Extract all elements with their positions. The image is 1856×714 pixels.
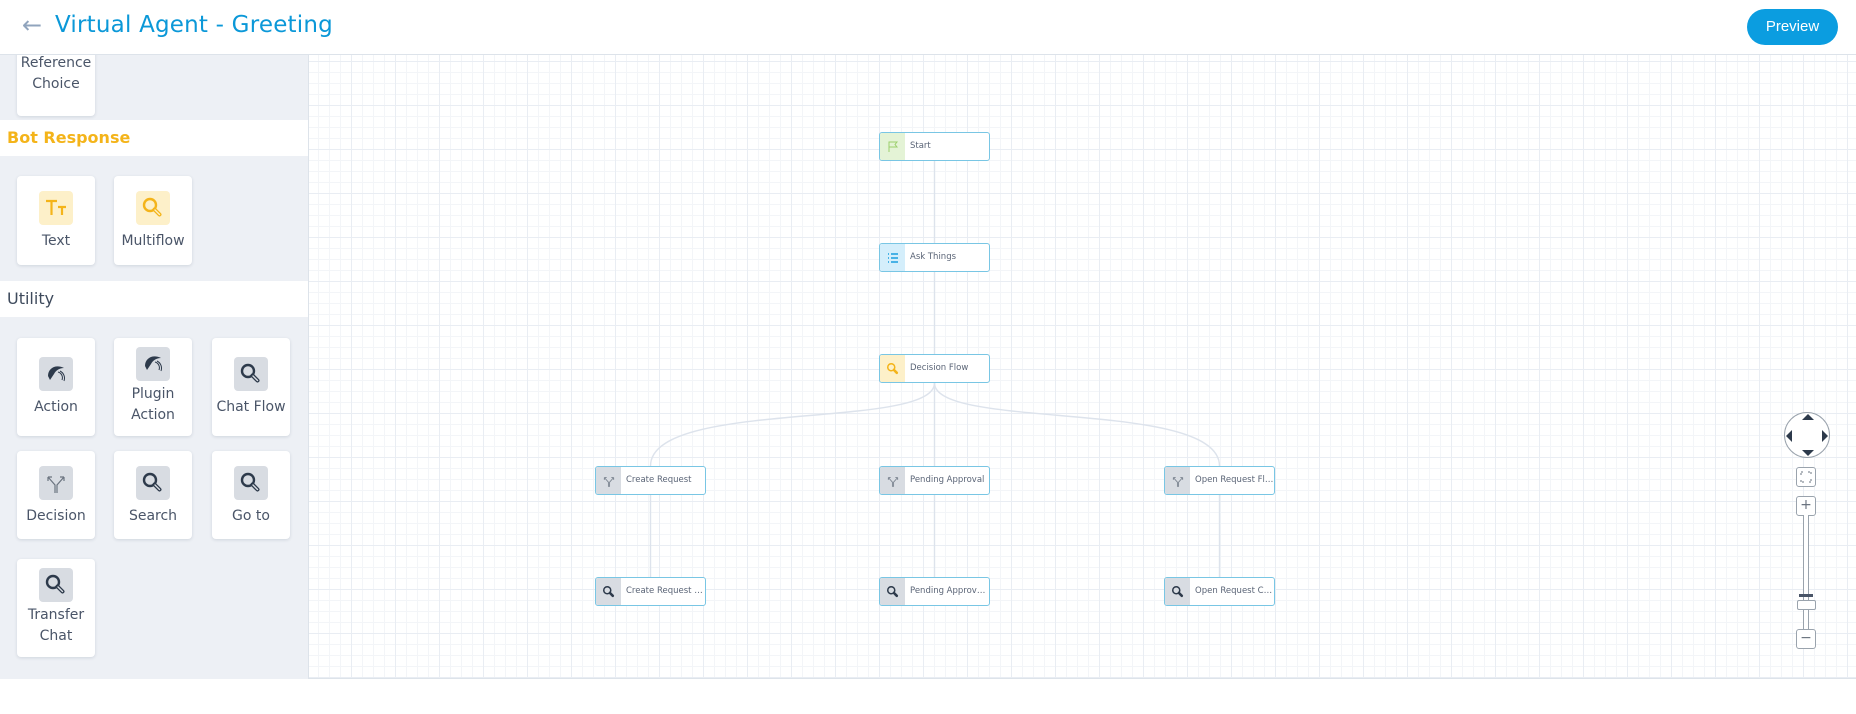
search-icon: [880, 355, 905, 382]
text-format-icon: [39, 191, 73, 225]
tile-label: Transfer: [27, 607, 85, 623]
fork-icon: [39, 466, 73, 500]
node-label: Open Request Flow: [1195, 475, 1274, 485]
zoom-in-button[interactable]: +: [1796, 496, 1816, 516]
flow-edge-decision-open: [933, 382, 1221, 467]
flow-node-ask-things[interactable]: Ask Things: [879, 243, 990, 272]
tile-label: Decision: [26, 508, 86, 524]
fit-screen-icon: [1800, 471, 1812, 483]
node-label: Create Request Ch...: [626, 586, 705, 596]
fit-screen-button[interactable]: [1796, 467, 1816, 487]
flow-node-start[interactable]: Start: [879, 132, 990, 161]
tile-label: Chat: [39, 628, 73, 644]
zoom-slider-track[interactable]: [1803, 515, 1809, 640]
node-label: Pending Approval: [910, 475, 985, 485]
flow-node-pending-approval-chat[interactable]: Pending Approval ...: [879, 577, 990, 606]
search-icon: [234, 357, 268, 391]
flow-canvas[interactable]: Start Ask Things Decision Flow Create Re…: [308, 55, 1856, 679]
palette-tile-go-to[interactable]: Go to: [212, 451, 290, 539]
node-label: Decision Flow: [910, 363, 969, 373]
tile-label: Search: [128, 508, 178, 524]
palette-tile-chat-flow[interactable]: Chat Flow: [212, 338, 290, 436]
flag-icon: [880, 133, 905, 160]
pan-control[interactable]: [1784, 412, 1830, 458]
back-arrow-icon[interactable]: ←: [22, 11, 42, 39]
zoom-out-button[interactable]: −: [1796, 629, 1816, 649]
palette-tile-action[interactable]: Action: [17, 338, 95, 436]
pan-up-icon[interactable]: [1802, 414, 1814, 420]
flow-edge-decision-create: [649, 382, 936, 467]
pan-right-icon[interactable]: [1822, 430, 1828, 442]
flow-edges: [649, 161, 1221, 577]
tile-label: Reference: [20, 55, 92, 71]
section-utility: Utility: [0, 281, 308, 317]
tile-label: Action: [34, 399, 78, 415]
fork-icon: [880, 467, 905, 494]
flow-node-create-request-chat[interactable]: Create Request Ch...: [595, 577, 706, 606]
palette-tile-multiflow[interactable]: Multiflow: [114, 176, 192, 265]
tile-label: Multiflow: [121, 233, 185, 249]
flow-node-create-request[interactable]: Create Request: [595, 466, 706, 495]
flow-node-decision-flow[interactable]: Decision Flow: [879, 354, 990, 383]
header-bar: ← Virtual Agent - Greeting Preview: [0, 0, 1856, 55]
component-palette[interactable]: Reference Choice Bot Response Text Multi…: [0, 55, 308, 679]
pan-left-icon[interactable]: [1786, 430, 1792, 442]
tile-label: Text: [41, 233, 71, 249]
search-icon: [596, 578, 621, 605]
section-bot-response: Bot Response: [0, 120, 308, 156]
rocket-icon: [136, 347, 170, 381]
node-label: Create Request: [626, 475, 692, 485]
page-title: Virtual Agent - Greeting: [55, 12, 333, 38]
tile-label: Go to: [232, 508, 270, 524]
search-icon: [880, 578, 905, 605]
palette-tile-search[interactable]: Search: [114, 451, 192, 539]
rocket-icon: [39, 357, 73, 391]
palette-tile-decision[interactable]: Decision: [17, 451, 95, 539]
fork-icon: [1165, 467, 1190, 494]
node-label: Ask Things: [910, 252, 957, 262]
tile-label: Chat Flow: [216, 399, 286, 415]
pan-down-icon[interactable]: [1802, 450, 1814, 456]
palette-tile-plugin-action[interactable]: Plugin Action: [114, 338, 192, 436]
search-icon: [234, 466, 268, 500]
search-icon: [39, 568, 73, 602]
flow-node-pending-approval[interactable]: Pending Approval: [879, 466, 990, 495]
preview-button[interactable]: Preview: [1747, 9, 1838, 45]
node-label: Open Request Cha...: [1195, 586, 1274, 596]
palette-tile-transfer-chat[interactable]: Transfer Chat: [17, 559, 95, 657]
search-icon: [1165, 578, 1190, 605]
tile-label: Action: [131, 407, 175, 423]
node-label: Pending Approval ...: [910, 586, 989, 596]
flow-node-open-request-chat[interactable]: Open Request Cha...: [1164, 577, 1275, 606]
zoom-slider-mark: [1799, 594, 1813, 597]
tile-label: Plugin: [131, 386, 175, 402]
list-icon: [880, 244, 905, 271]
search-icon: [136, 191, 170, 225]
palette-tile-text[interactable]: Text: [17, 176, 95, 265]
zoom-slider-thumb[interactable]: [1797, 600, 1816, 610]
palette-tile-reference-choice[interactable]: Reference Choice: [17, 55, 95, 116]
tile-label: Choice: [32, 76, 80, 92]
flow-node-open-request-flow[interactable]: Open Request Flow: [1164, 466, 1275, 495]
search-icon: [136, 466, 170, 500]
node-label: Start: [910, 141, 931, 151]
fork-icon: [596, 467, 621, 494]
